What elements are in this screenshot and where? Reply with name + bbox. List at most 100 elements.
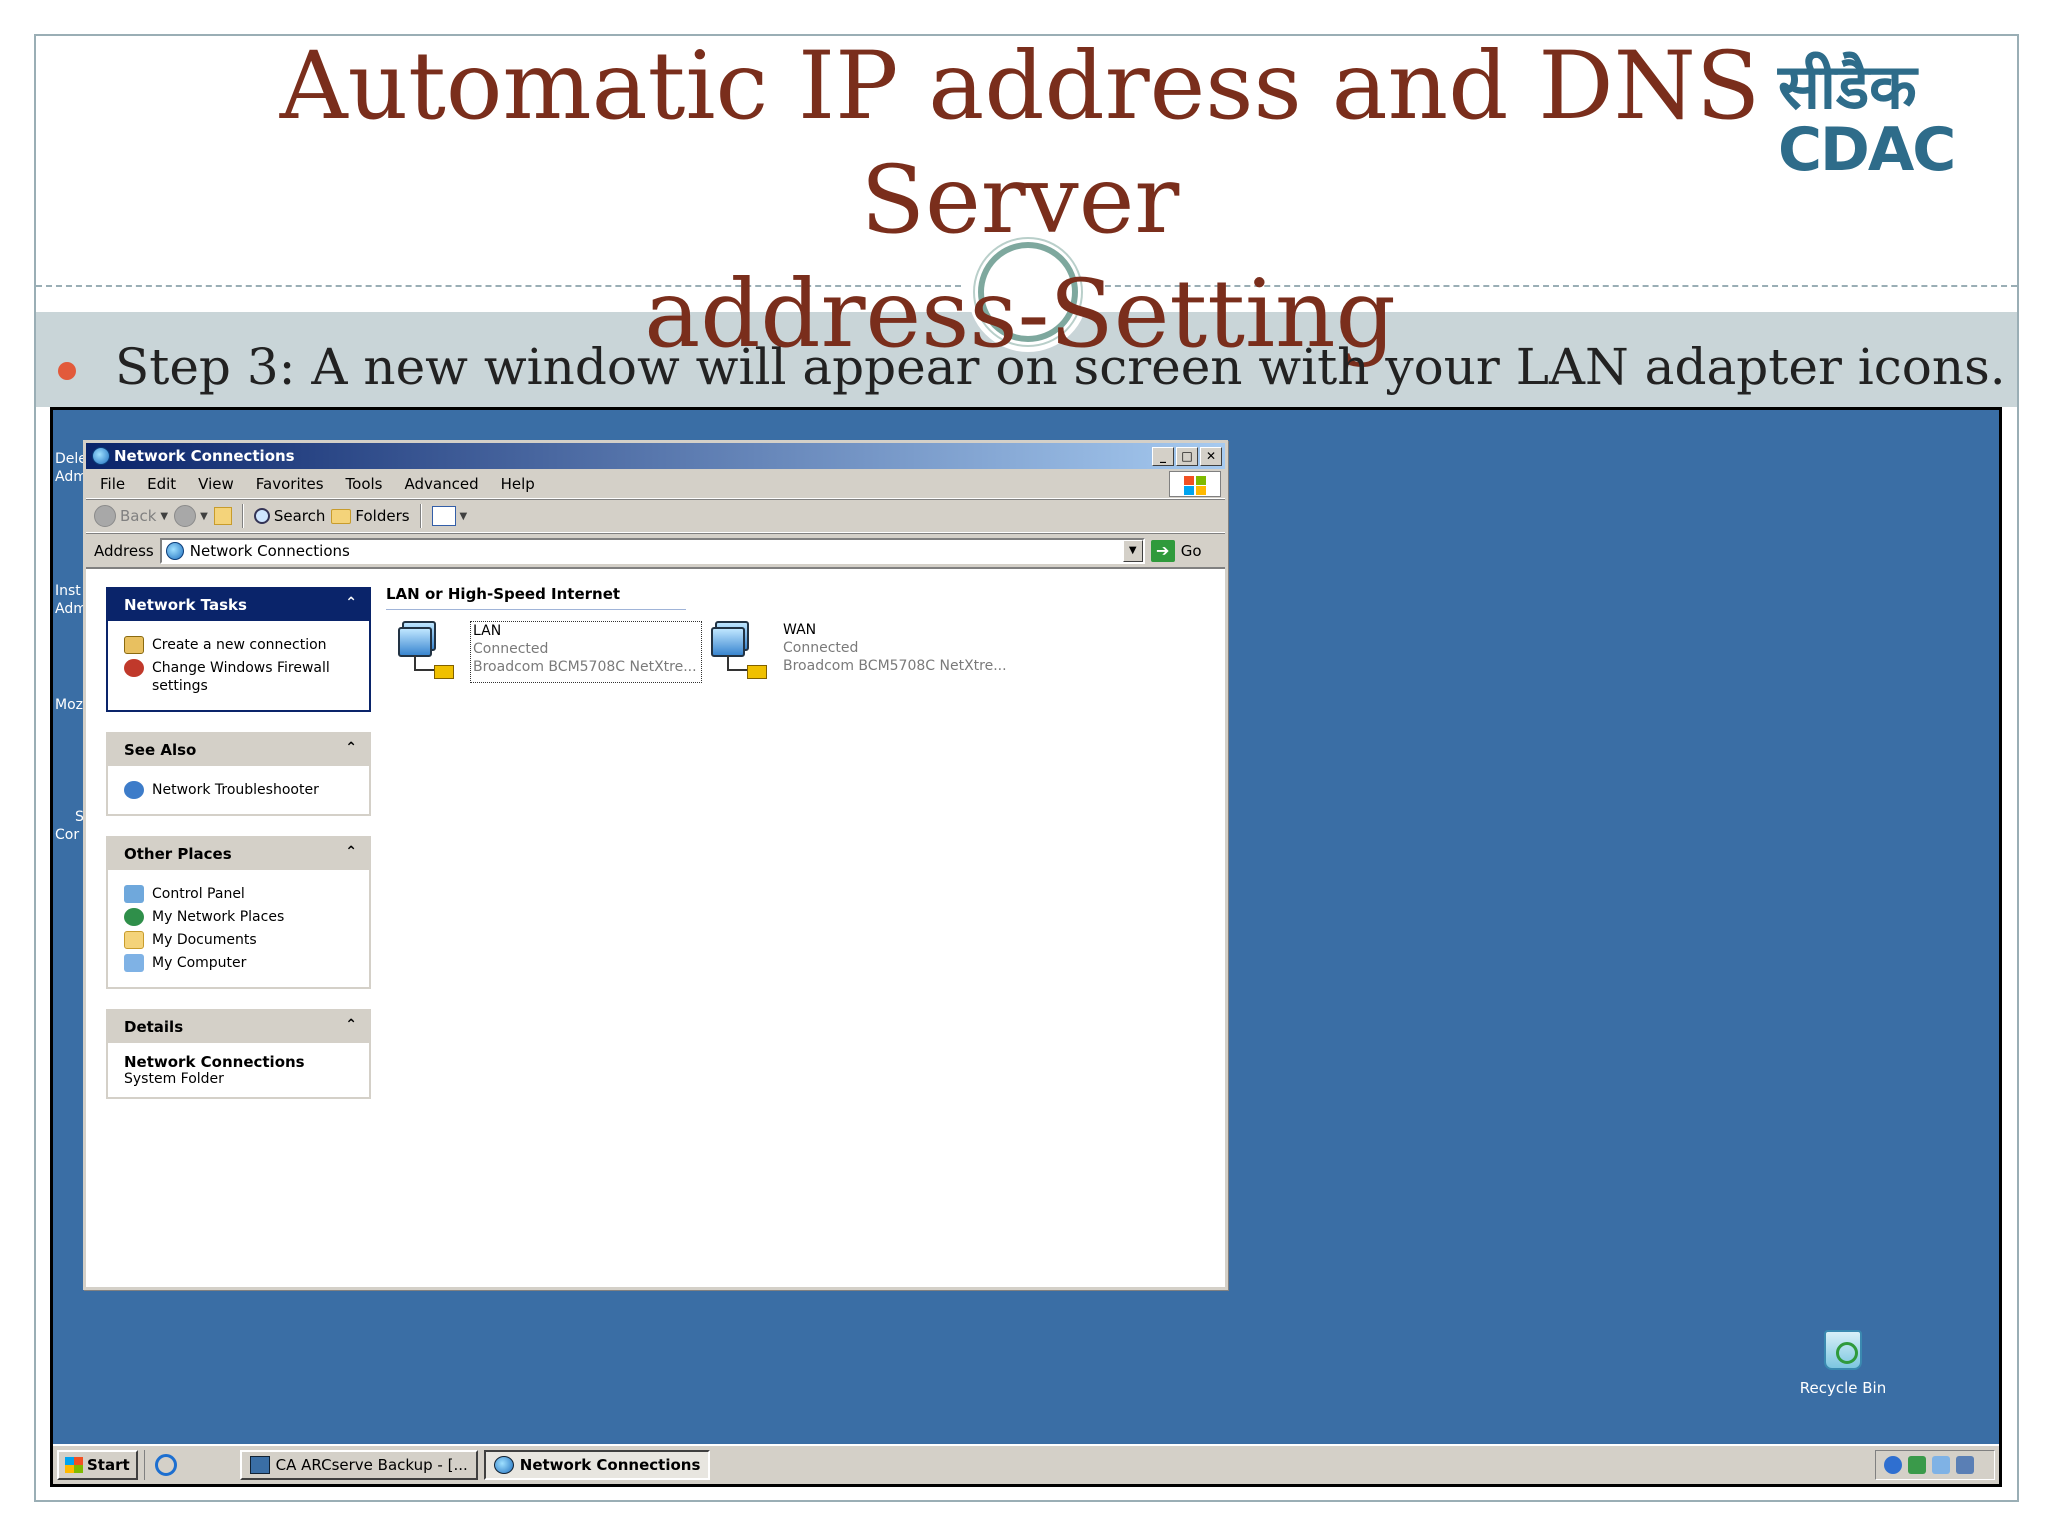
views-icon [431, 506, 456, 526]
network-connections-window: Network Connections _ □ ✕ File Edit View… [83, 440, 1228, 1290]
link-my-documents[interactable]: My Documents [124, 931, 355, 949]
desktop-icon-label[interactable]: Cor [55, 826, 79, 844]
info-icon [124, 781, 144, 799]
start-button[interactable]: Start [57, 1450, 138, 1480]
start-label: Start [87, 1456, 130, 1474]
link-label: Network Troubleshooter [152, 782, 319, 798]
connection-lan[interactable]: LAN Connected Broadcom BCM5708C NetXtre.… [398, 621, 702, 683]
recycle-bin[interactable]: Recycle Bin [1788, 1330, 1898, 1397]
connection-name: LAN [473, 623, 502, 639]
details-header[interactable]: Details ⌃ [108, 1011, 369, 1043]
other-places-header[interactable]: Other Places ⌃ [108, 838, 369, 870]
minimize-button[interactable]: _ [1152, 446, 1174, 466]
connection-wan[interactable]: WAN Connected Broadcom BCM5708C NetXtre.… [711, 621, 1007, 683]
bullet-text: Step 3: A new window will appear on scre… [115, 338, 2006, 396]
lan-connection-icon [398, 621, 460, 683]
search-button[interactable]: Search [253, 507, 326, 525]
quick-launch [143, 1450, 234, 1480]
computer-icon [124, 954, 144, 972]
folders-button[interactable]: Folders [331, 507, 410, 525]
go-arrow-icon: ➔ [1150, 539, 1175, 562]
group-heading-rule [386, 609, 686, 610]
connection-name: WAN [783, 622, 817, 638]
collapse-chevron-icon[interactable]: ⌃ [345, 844, 357, 860]
desktop-icon-label[interactable]: Moz [55, 696, 83, 714]
up-folder-icon[interactable] [213, 507, 232, 525]
menu-favorites[interactable]: Favorites [245, 475, 335, 493]
folder-icon [331, 508, 352, 524]
network-globe-icon [165, 541, 184, 560]
network-tasks-header[interactable]: Network Tasks ⌃ [108, 589, 369, 621]
back-button[interactable]: Back ▼ [94, 505, 168, 527]
menu-edit[interactable]: Edit [136, 475, 187, 493]
collapse-chevron-icon[interactable]: ⌃ [345, 1017, 357, 1033]
details-name: Network Connections [124, 1053, 305, 1071]
folders-label: Folders [355, 507, 410, 525]
menu-file[interactable]: File [86, 475, 136, 493]
taskbar-network-connections-button[interactable]: Network Connections [483, 1450, 711, 1480]
address-bar: Address Network Connections ▼ ➔ Go [86, 533, 1225, 567]
link-label: My Network Places [152, 909, 285, 925]
help-icon[interactable] [1884, 1456, 1902, 1474]
menu-tools[interactable]: Tools [335, 475, 394, 493]
back-arrow-icon [94, 505, 116, 527]
go-button[interactable]: ➔ Go [1150, 539, 1202, 562]
close-button[interactable]: ✕ [1200, 446, 1222, 466]
window-titlebar[interactable]: Network Connections _ □ ✕ [86, 443, 1225, 469]
link-label: My Documents [152, 932, 257, 948]
chevron-down-icon: ▼ [200, 510, 208, 522]
chevron-down-icon: ▼ [160, 510, 169, 522]
new-connection-icon [124, 636, 144, 654]
collapse-chevron-icon[interactable]: ⌃ [345, 595, 357, 611]
menu-help[interactable]: Help [490, 475, 546, 493]
other-places-title: Other Places [124, 845, 232, 863]
internet-explorer-icon[interactable] [154, 1454, 177, 1476]
network-globe-icon [92, 447, 110, 465]
see-also-header[interactable]: See Also ⌃ [108, 734, 369, 766]
link-my-network-places[interactable]: My Network Places [124, 908, 355, 926]
taskbar: Start CA ARCserve Backup - [... Network … [53, 1444, 1999, 1484]
network-tasks-title: Network Tasks [124, 596, 247, 614]
windows-flag-icon [65, 1457, 83, 1473]
address-input[interactable]: Network Connections ▼ [159, 537, 1145, 564]
connection-device: Broadcom BCM5708C NetXtre... [783, 658, 1007, 674]
group-heading: LAN or High-Speed Internet [386, 585, 621, 603]
window-title: Network Connections [114, 447, 295, 465]
connection-status: Connected [783, 640, 859, 656]
task-change-firewall[interactable]: Change Windows Firewall settings [124, 659, 355, 695]
network-status-icon[interactable] [1908, 1456, 1926, 1474]
link-my-computer[interactable]: My Computer [124, 954, 355, 972]
task-label: Change Windows Firewall settings [152, 660, 330, 694]
connection-status: Connected [473, 641, 549, 657]
link-control-panel[interactable]: Control Panel [124, 885, 355, 903]
link-label: Control Panel [152, 886, 245, 902]
link-label: My Computer [152, 955, 247, 971]
see-also-panel: See Also ⌃ Network Troubleshooter [106, 732, 371, 816]
menu-advanced[interactable]: Advanced [394, 475, 490, 493]
other-places-panel: Other Places ⌃ Control Panel My Network … [106, 836, 371, 989]
taskbar-arcserve-button[interactable]: CA ARCserve Backup - [... [239, 1450, 478, 1480]
bullet-dot [58, 362, 76, 380]
task-create-connection[interactable]: Create a new connection [124, 636, 355, 654]
logo-hindi-text: सीडैक [1778, 50, 1917, 123]
windows-logo-icon [1169, 471, 1221, 497]
link-network-troubleshooter[interactable]: Network Troubleshooter [124, 781, 355, 799]
maximize-button[interactable]: □ [1176, 446, 1198, 466]
search-label: Search [273, 507, 326, 525]
menu-view[interactable]: View [187, 475, 245, 493]
views-button[interactable]: ▼ [431, 506, 467, 526]
collapse-chevron-icon[interactable]: ⌃ [345, 740, 357, 756]
desktop-icon-label[interactable]: Inst [55, 582, 81, 600]
address-label: Address [94, 541, 154, 560]
forward-button[interactable]: ▼ [174, 505, 208, 527]
desktop-screenshot: Dele Adm Inst Adm Moz S Cor Recycle Bin … [50, 407, 2002, 1487]
lan-status-icon[interactable] [1932, 1456, 1950, 1474]
wan-status-icon[interactable] [1956, 1456, 1974, 1474]
details-title: Details [124, 1018, 184, 1036]
slide-title-line1: Automatic IP address and DNS Server [279, 32, 1761, 255]
folder-content: Network Tasks ⌃ Create a new connection … [86, 567, 1225, 1287]
details-panel: Details ⌃ Network Connections System Fol… [106, 1009, 371, 1099]
address-dropdown-button[interactable]: ▼ [1122, 539, 1143, 562]
back-label: Back [120, 507, 157, 525]
network-tasks-panel: Network Tasks ⌃ Create a new connection … [106, 587, 371, 712]
